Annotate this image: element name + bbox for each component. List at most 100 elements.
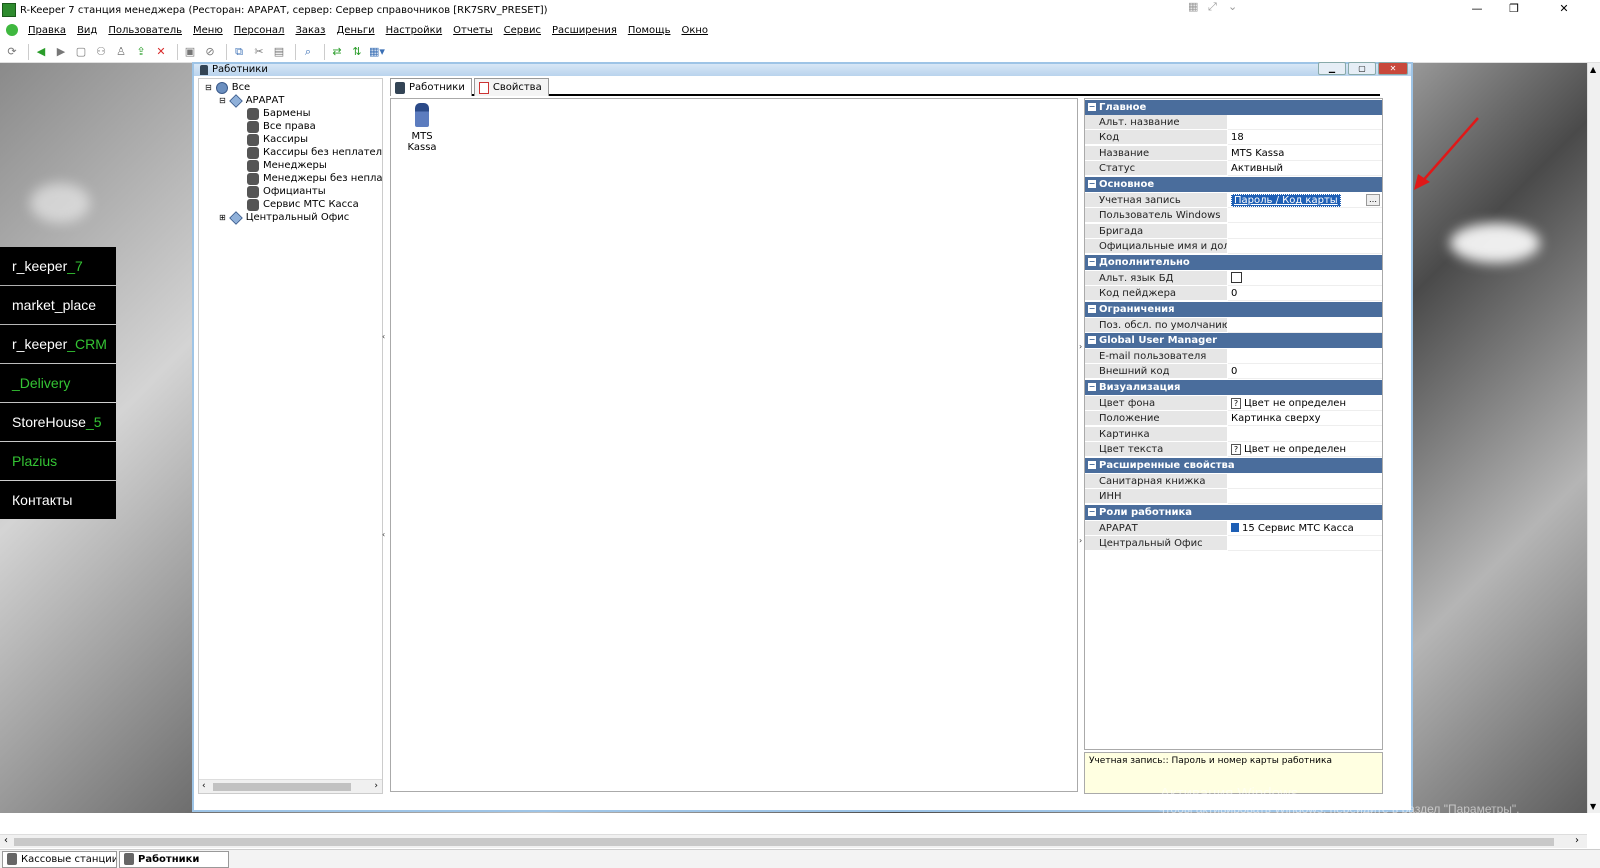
scroll-thumb[interactable] <box>14 838 1554 846</box>
section-main[interactable]: − Главное <box>1085 100 1382 115</box>
cut-icon[interactable]: ✂ <box>251 44 267 60</box>
tree-item-group[interactable]: Официанты <box>247 185 326 198</box>
prop-row[interactable]: Положение Картинка сверху <box>1085 411 1382 426</box>
tree-item-office[interactable]: ⊞ Центральный Офис <box>219 210 349 225</box>
sync-icon[interactable]: ⇅ <box>349 44 365 60</box>
menu-reports[interactable]: Отчеты <box>453 25 492 36</box>
collapse-icon[interactable]: − <box>1088 461 1096 469</box>
forward-icon[interactable]: ▶ <box>53 44 69 60</box>
section-gum[interactable]: − Global User Manager <box>1085 333 1382 348</box>
scroll-down-icon[interactable]: ▼ <box>1590 802 1596 811</box>
menu-order[interactable]: Заказ <box>295 25 325 36</box>
section-limits[interactable]: − Ограничения <box>1085 302 1382 317</box>
menu-window[interactable]: Окно <box>681 25 708 36</box>
child-minimize-button[interactable]: ▁ <box>1318 62 1346 75</box>
save-icon[interactable]: ▣ <box>182 44 198 60</box>
prop-row[interactable]: Название MTS Kassa <box>1085 146 1382 161</box>
collapse-icon[interactable]: − <box>1088 103 1096 111</box>
prop-row[interactable]: Центральный Офис <box>1085 536 1382 551</box>
tree-item-all[interactable]: ⊟ Все <box>205 81 250 94</box>
side-link-marketplace[interactable]: market_place <box>0 286 116 324</box>
scroll-thumb[interactable] <box>213 783 351 791</box>
expand-icon[interactable]: ⤢ <box>1208 0 1224 14</box>
group-icon[interactable]: ⚇ <box>93 44 109 60</box>
import-icon[interactable]: ⇄ <box>329 44 345 60</box>
collapse-icon[interactable]: − <box>1088 305 1096 313</box>
prop-row[interactable]: Бригада <box>1085 224 1382 239</box>
side-link-plazius[interactable]: Plazius <box>0 442 116 480</box>
prop-row[interactable]: АРАРАТ 15 Сервис МТС Касса <box>1085 521 1382 536</box>
cancel-icon[interactable]: ⊘ <box>202 44 218 60</box>
prop-row[interactable]: Пользователь Windows <box>1085 208 1382 223</box>
splitter-handle[interactable]: ‹ <box>382 332 387 341</box>
collapse-icon[interactable]: − <box>1088 180 1096 188</box>
menu-menu[interactable]: Меню <box>193 25 223 36</box>
expand-icon[interactable]: ⊞ <box>219 211 226 224</box>
refresh-icon[interactable]: ⟳ <box>4 44 20 60</box>
alt-lang-checkbox[interactable] <box>1231 271 1242 283</box>
prop-row[interactable]: Цвет текста? Цвет не определен <box>1085 442 1382 457</box>
prop-row[interactable]: Санитарная книжка <box>1085 474 1382 489</box>
side-link-contacts[interactable]: Контакты <box>0 481 116 519</box>
scroll-up-icon[interactable]: ▲ <box>1590 65 1596 74</box>
globe-icon[interactable] <box>6 24 18 36</box>
splitter-handle[interactable]: ‹ <box>382 530 387 539</box>
scroll-left-icon[interactable]: ‹ <box>202 781 206 791</box>
main-vertical-scrollbar[interactable]: ▲ ▼ <box>1587 63 1600 813</box>
collapse-icon[interactable]: ⊟ <box>219 94 226 107</box>
menu-user[interactable]: Пользователь <box>108 25 182 36</box>
scroll-right-icon[interactable]: › <box>1575 835 1579 846</box>
prop-row[interactable]: Поз. обсл. по умолчанию <box>1085 318 1382 333</box>
menu-settings[interactable]: Настройки <box>386 25 442 36</box>
prop-row-account[interactable]: Учетная запись Пароль / Код карты… <box>1085 193 1382 208</box>
prop-row[interactable]: Цвет фона? Цвет не определен <box>1085 396 1382 411</box>
tree-item-group[interactable]: Кассиры <box>247 133 308 146</box>
person-icon[interactable]: ♙ <box>113 44 129 60</box>
prop-row[interactable]: Картинка <box>1085 427 1382 442</box>
paste-icon[interactable]: ▤ <box>271 44 287 60</box>
child-maximize-button[interactable]: ▢ <box>1348 62 1376 75</box>
menu-extensions[interactable]: Расширения <box>552 25 617 36</box>
menu-money[interactable]: Деньги <box>336 25 374 36</box>
delete-icon[interactable]: ✕ <box>153 44 169 60</box>
tree-item-group[interactable]: Кассиры без неплательщи <box>247 146 382 159</box>
menu-staff[interactable]: Персонал <box>234 25 285 36</box>
side-link-rkeeper-crm[interactable]: r_keeper_CRM <box>0 325 116 363</box>
grid-view-icon[interactable]: ▦▾ <box>369 44 385 60</box>
chevron-down-icon[interactable]: ⌄ <box>1228 0 1244 14</box>
collapse-icon[interactable]: − <box>1088 508 1096 516</box>
section-extended[interactable]: − Расширенные свойства <box>1085 458 1382 473</box>
section-basic[interactable]: − Основное <box>1085 177 1382 192</box>
menu-help[interactable]: Помощь <box>628 25 671 36</box>
tree-item-group[interactable]: Все права <box>247 120 316 133</box>
export-icon[interactable]: ⇪ <box>133 44 149 60</box>
tree-item-restaurant[interactable]: ⊟ АРАРАТ <box>219 93 284 108</box>
scroll-right-icon[interactable]: › <box>374 781 378 791</box>
prop-row[interactable]: Код пейджера 0 <box>1085 286 1382 301</box>
child-close-button[interactable]: ✕ <box>1378 62 1408 75</box>
side-link-delivery[interactable]: _Delivery <box>0 364 116 402</box>
menu-service[interactable]: Сервис <box>504 25 541 36</box>
tree-item-group[interactable]: Менеджеры <box>247 159 327 172</box>
side-link-rkeeper7[interactable]: r_keeper_7 <box>0 247 116 285</box>
section-visual[interactable]: − Визуализация <box>1085 380 1382 395</box>
collapse-icon[interactable]: − <box>1088 383 1096 391</box>
tree-item-group[interactable]: Бармены <box>247 107 310 120</box>
tab-properties[interactable]: Свойства <box>473 78 549 96</box>
minimize-button[interactable]: — <box>1459 0 1495 20</box>
tree-horizontal-scrollbar[interactable]: ‹ › <box>199 779 382 793</box>
menu-edit[interactable]: Правка <box>28 25 66 36</box>
new-icon[interactable]: ▢ <box>73 44 89 60</box>
account-value[interactable]: Пароль / Код карты… <box>1228 193 1382 208</box>
section-roles[interactable]: − Роли работника <box>1085 505 1382 520</box>
search-icon[interactable]: ⌕ <box>300 44 316 60</box>
task-cash-stations[interactable]: Кассовые станции и уд <box>2 850 117 868</box>
collapse-icon[interactable]: ⊟ <box>205 81 212 94</box>
prop-row[interactable]: Официальные имя и должнос <box>1085 239 1382 254</box>
tree-item-group-selected[interactable]: Сервис МТС Касса <box>247 198 359 211</box>
prop-row[interactable]: Альт. название <box>1085 115 1382 130</box>
tab-employees[interactable]: Работники <box>390 78 472 96</box>
scroll-left-icon[interactable]: ‹ <box>4 835 8 846</box>
employee-item[interactable]: MTS Kassa <box>397 103 447 153</box>
task-employees[interactable]: Работники <box>119 850 229 868</box>
